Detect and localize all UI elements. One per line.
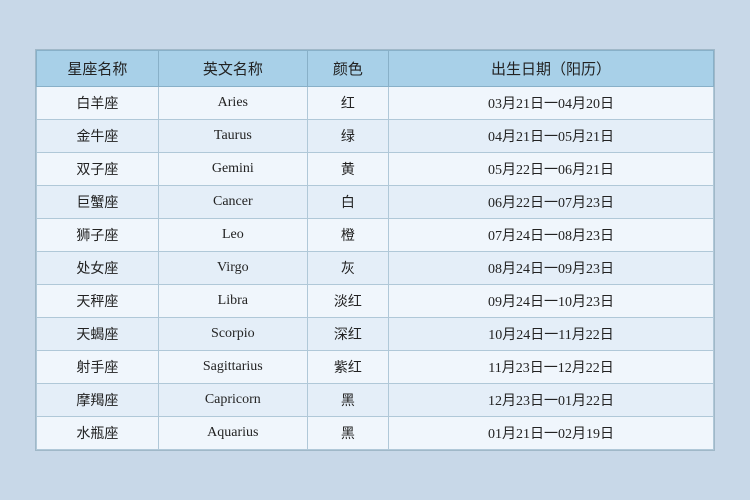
cell-color: 黑 [307, 417, 388, 450]
cell-color: 白 [307, 186, 388, 219]
cell-chinese: 天蝎座 [37, 318, 159, 351]
cell-english: Aquarius [158, 417, 307, 450]
cell-date: 05月22日一06月21日 [389, 153, 714, 186]
cell-color: 黄 [307, 153, 388, 186]
table-body: 白羊座Aries红03月21日一04月20日金牛座Taurus绿04月21日一0… [37, 87, 714, 450]
cell-chinese: 摩羯座 [37, 384, 159, 417]
cell-english: Virgo [158, 252, 307, 285]
cell-date: 10月24日一11月22日 [389, 318, 714, 351]
cell-english: Cancer [158, 186, 307, 219]
cell-color: 灰 [307, 252, 388, 285]
cell-color: 紫红 [307, 351, 388, 384]
cell-date: 07月24日一08月23日 [389, 219, 714, 252]
cell-english: Aries [158, 87, 307, 120]
cell-color: 橙 [307, 219, 388, 252]
cell-english: Capricorn [158, 384, 307, 417]
cell-chinese: 金牛座 [37, 120, 159, 153]
cell-chinese: 处女座 [37, 252, 159, 285]
table-row: 摩羯座Capricorn黑12月23日一01月22日 [37, 384, 714, 417]
cell-english: Sagittarius [158, 351, 307, 384]
cell-chinese: 狮子座 [37, 219, 159, 252]
cell-english: Gemini [158, 153, 307, 186]
cell-color: 黑 [307, 384, 388, 417]
table-row: 处女座Virgo灰08月24日一09月23日 [37, 252, 714, 285]
cell-english: Leo [158, 219, 307, 252]
table-row: 天秤座Libra淡红09月24日一10月23日 [37, 285, 714, 318]
table-row: 天蝎座Scorpio深红10月24日一11月22日 [37, 318, 714, 351]
cell-color: 淡红 [307, 285, 388, 318]
header-date: 出生日期（阳历） [389, 51, 714, 87]
cell-chinese: 水瓶座 [37, 417, 159, 450]
cell-chinese: 天秤座 [37, 285, 159, 318]
table-row: 双子座Gemini黄05月22日一06月21日 [37, 153, 714, 186]
table-row: 射手座Sagittarius紫红11月23日一12月22日 [37, 351, 714, 384]
table-row: 水瓶座Aquarius黑01月21日一02月19日 [37, 417, 714, 450]
cell-chinese: 巨蟹座 [37, 186, 159, 219]
zodiac-table-container: 星座名称 英文名称 颜色 出生日期（阳历） 白羊座Aries红03月21日一04… [35, 49, 715, 451]
cell-date: 09月24日一10月23日 [389, 285, 714, 318]
table-row: 狮子座Leo橙07月24日一08月23日 [37, 219, 714, 252]
cell-chinese: 白羊座 [37, 87, 159, 120]
cell-date: 03月21日一04月20日 [389, 87, 714, 120]
cell-color: 深红 [307, 318, 388, 351]
cell-color: 绿 [307, 120, 388, 153]
header-chinese: 星座名称 [37, 51, 159, 87]
cell-date: 08月24日一09月23日 [389, 252, 714, 285]
cell-english: Taurus [158, 120, 307, 153]
cell-chinese: 双子座 [37, 153, 159, 186]
table-row: 巨蟹座Cancer白06月22日一07月23日 [37, 186, 714, 219]
table-row: 金牛座Taurus绿04月21日一05月21日 [37, 120, 714, 153]
table-row: 白羊座Aries红03月21日一04月20日 [37, 87, 714, 120]
cell-date: 04月21日一05月21日 [389, 120, 714, 153]
cell-color: 红 [307, 87, 388, 120]
cell-english: Libra [158, 285, 307, 318]
header-color: 颜色 [307, 51, 388, 87]
table-header-row: 星座名称 英文名称 颜色 出生日期（阳历） [37, 51, 714, 87]
cell-date: 12月23日一01月22日 [389, 384, 714, 417]
header-english: 英文名称 [158, 51, 307, 87]
cell-date: 01月21日一02月19日 [389, 417, 714, 450]
cell-date: 06月22日一07月23日 [389, 186, 714, 219]
cell-chinese: 射手座 [37, 351, 159, 384]
cell-english: Scorpio [158, 318, 307, 351]
cell-date: 11月23日一12月22日 [389, 351, 714, 384]
zodiac-table: 星座名称 英文名称 颜色 出生日期（阳历） 白羊座Aries红03月21日一04… [36, 50, 714, 450]
